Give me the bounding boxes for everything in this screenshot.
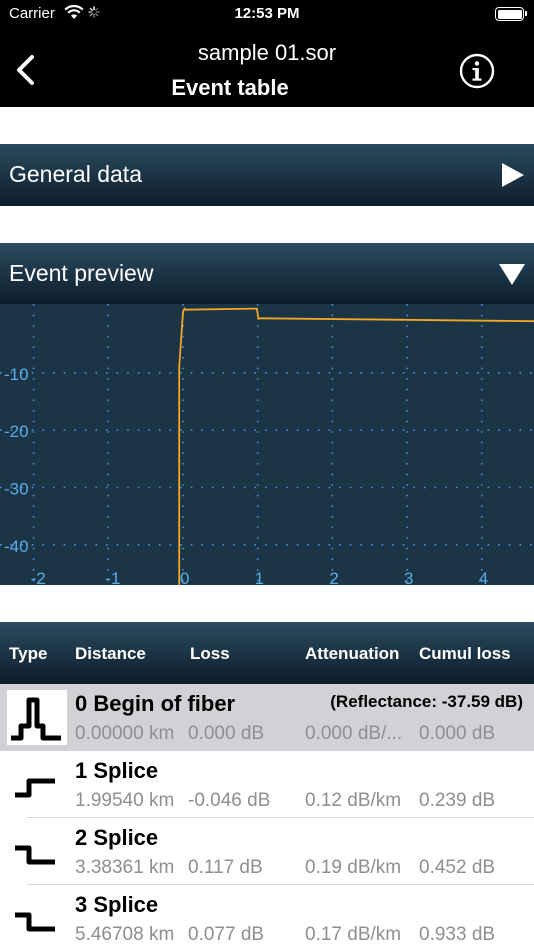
header-distance: Distance <box>75 644 146 663</box>
event-loss: -0.046 dB <box>188 790 271 811</box>
table-row[interactable]: 0 Begin of fiber (Reflectance: -37.59 dB… <box>0 684 534 751</box>
event-loss: 0.000 dB <box>188 723 265 744</box>
expand-right-icon <box>502 163 524 187</box>
otdr-trace-chart[interactable]: -2 -1 0 1 2 3 4 -10 -20 -30 -40 <box>0 304 534 585</box>
event-name: 3 Splice <box>75 892 159 917</box>
event-distance: 5.46708 km <box>75 924 175 945</box>
x-tick-label: 0 <box>180 569 189 585</box>
event-table-header: Type Distance Loss Attenuation Cumul los… <box>0 622 534 684</box>
x-tick-label: 4 <box>479 569 488 585</box>
y-tick-label: -20 <box>4 422 29 441</box>
general-data-section[interactable]: General data <box>0 144 534 206</box>
event-attenuation: 0.17 dB/km <box>305 924 402 945</box>
event-preview-section[interactable]: Event preview <box>0 243 534 305</box>
event-cumul-loss: 0.452 dB <box>419 857 496 878</box>
event-cumul-loss: 0.239 dB <box>419 790 496 811</box>
x-tick-label: -2 <box>31 569 46 585</box>
navigation-bar: sample 01.sor Event table <box>0 30 534 107</box>
x-tick-label: 3 <box>404 569 413 585</box>
event-loss: 0.077 dB <box>188 924 265 945</box>
event-cumul-loss: 0.000 dB <box>419 723 496 744</box>
table-row[interactable]: 1 Splice 1.99540 km -0.046 dB 0.12 dB/km… <box>0 751 534 818</box>
event-attenuation: 0.19 dB/km <box>305 857 402 878</box>
event-preview-label: Event preview <box>9 260 154 286</box>
y-tick-label: -30 <box>4 480 29 499</box>
event-distance: 3.38361 km <box>75 857 175 878</box>
event-attenuation: 0.000 dB/... <box>305 723 403 744</box>
battery-icon <box>495 7 527 21</box>
event-name: 1 Splice <box>75 758 159 783</box>
event-reflectance: (Reflectance: -37.59 dB) <box>330 692 523 711</box>
header-loss: Loss <box>190 644 230 663</box>
splice-gain-icon <box>7 757 67 812</box>
event-distance: 1.99540 km <box>75 790 175 811</box>
file-name: sample 01.sor <box>197 40 337 65</box>
header-cumul-loss: Cumul loss <box>419 644 511 663</box>
event-attenuation: 0.12 dB/km <box>305 790 402 811</box>
collapse-down-icon <box>499 264 525 285</box>
event-name: 0 Begin of fiber <box>75 691 236 716</box>
header-type: Type <box>9 644 48 663</box>
x-tick-label: 2 <box>329 569 338 585</box>
table-row[interactable]: 3 Splice 5.46708 km 0.077 dB 0.17 dB/km … <box>0 885 534 950</box>
x-tick-label: -1 <box>105 569 120 585</box>
trace-plot: -2 -1 0 1 2 3 4-10-20-30-40 <box>0 304 534 585</box>
page-title: Event table <box>171 75 289 100</box>
clock: 12:53 PM <box>234 5 300 22</box>
general-data-label: General data <box>9 161 142 187</box>
splice-loss-icon <box>7 824 67 879</box>
reflective-event-icon <box>7 690 67 745</box>
splice-loss-icon <box>7 891 67 946</box>
status-bar: Carrier 12:53 PM <box>0 0 534 30</box>
info-button[interactable] <box>459 53 495 89</box>
table-row[interactable]: 2 Splice 3.38361 km 0.117 dB 0.19 dB/km … <box>0 818 534 885</box>
event-distance: 0.00000 km <box>75 723 175 744</box>
x-tick-label: 1 <box>255 569 264 585</box>
trace-line <box>178 307 534 585</box>
header-attenuation: Attenuation <box>305 644 400 663</box>
y-tick-label: -40 <box>4 537 29 556</box>
event-cumul-loss: 0.933 dB <box>419 924 496 945</box>
event-loss: 0.117 dB <box>188 857 263 878</box>
event-name: 2 Splice <box>75 825 159 850</box>
y-tick-label: -10 <box>4 365 29 384</box>
